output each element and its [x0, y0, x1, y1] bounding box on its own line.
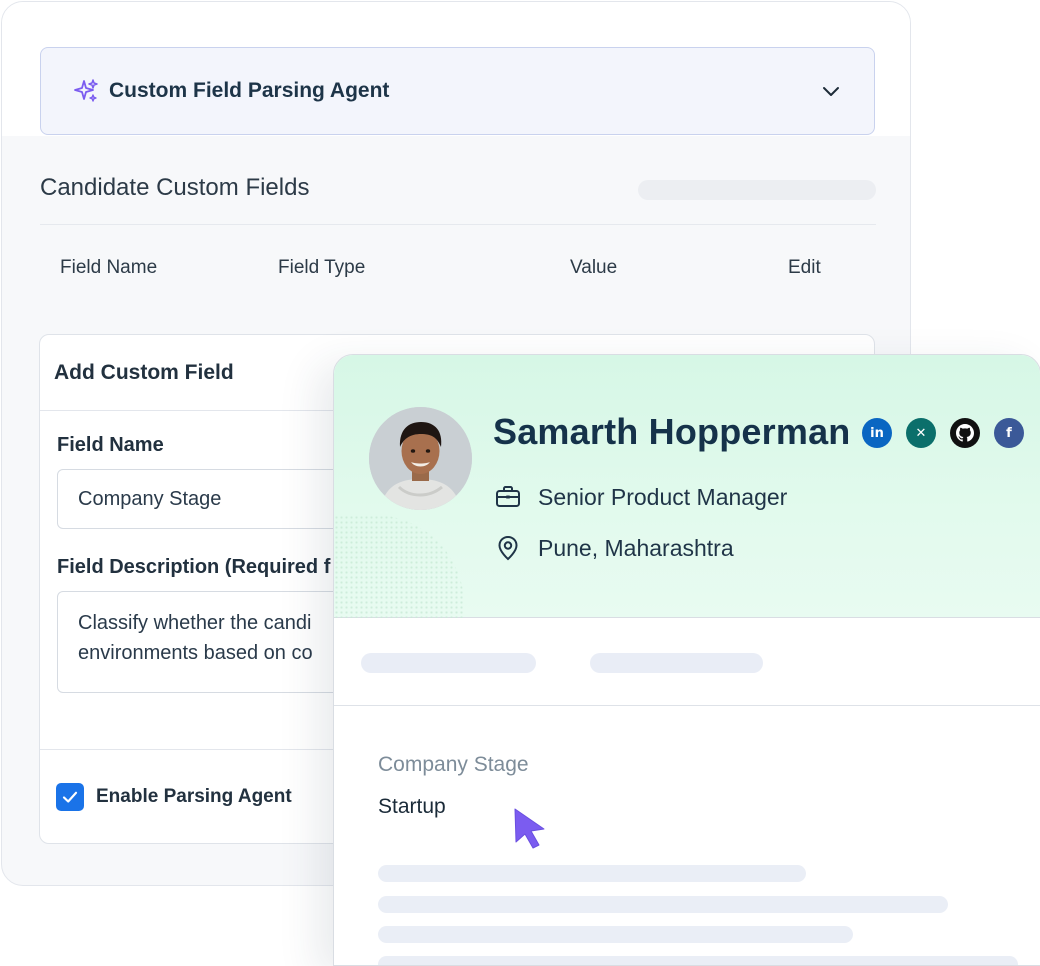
- content-placeholder-line: [378, 865, 806, 882]
- chevron-down-icon[interactable]: [820, 80, 842, 102]
- divider: [334, 705, 1040, 706]
- field-description-label: Field Description (Required f: [57, 556, 331, 578]
- enable-parsing-agent-row[interactable]: Enable Parsing Agent: [56, 783, 292, 811]
- linkedin-icon[interactable]: in: [862, 418, 892, 448]
- location-pin-icon: [498, 535, 518, 561]
- content-placeholder-line: [378, 896, 948, 913]
- mouse-pointer-icon: [514, 808, 545, 849]
- job-title-row: Senior Product Manager: [494, 483, 787, 511]
- profile-header: Samarth Hopperman in ✕ f Senior Product …: [334, 355, 1040, 618]
- header-placeholder: [638, 180, 876, 200]
- candidate-profile-card: Samarth Hopperman in ✕ f Senior Product …: [333, 354, 1040, 966]
- location-row: Pune, Maharashtra: [494, 534, 734, 562]
- column-header-value[interactable]: Value: [570, 257, 617, 279]
- enable-parsing-agent-label: Enable Parsing Agent: [96, 786, 292, 807]
- custom-field-value: Startup: [378, 795, 446, 818]
- content-placeholder-line: [378, 926, 853, 943]
- column-header-edit[interactable]: Edit: [788, 257, 821, 279]
- briefcase-icon: [496, 486, 520, 507]
- linkedin-glyph: in: [870, 425, 884, 441]
- candidate-name: Samarth Hopperman: [493, 411, 851, 452]
- checkmark-icon: [62, 791, 78, 803]
- section-title: Candidate Custom Fields: [40, 174, 310, 201]
- enable-parsing-agent-checkbox[interactable]: [56, 783, 84, 811]
- field-name-value: Company Stage: [78, 487, 222, 510]
- tab-placeholder[interactable]: [361, 653, 536, 673]
- xing-icon[interactable]: ✕: [906, 418, 936, 448]
- github-glyph: [956, 424, 974, 442]
- custom-field-label: Company Stage: [378, 753, 529, 776]
- facebook-glyph: f: [1006, 425, 1012, 441]
- xing-glyph: ✕: [915, 425, 927, 441]
- location: Pune, Maharashtra: [538, 534, 734, 561]
- social-links: in ✕ f: [862, 418, 1024, 448]
- avatar-portrait: [369, 407, 472, 510]
- sparkle-icon: [74, 79, 98, 102]
- column-header-field-type[interactable]: Field Type: [278, 257, 365, 279]
- field-name-label: Field Name: [57, 434, 164, 456]
- job-title: Senior Product Manager: [538, 483, 788, 510]
- parsing-agent-accordion[interactable]: Custom Field Parsing Agent: [40, 47, 875, 135]
- column-header-field-name[interactable]: Field Name: [60, 257, 157, 279]
- facebook-icon[interactable]: f: [994, 418, 1024, 448]
- avatar[interactable]: [369, 407, 472, 510]
- parsing-agent-title: Custom Field Parsing Agent: [109, 79, 390, 102]
- decorative-pattern: [334, 515, 464, 618]
- content-placeholder-line: [378, 956, 1018, 965]
- tab-placeholder[interactable]: [590, 653, 763, 673]
- github-icon[interactable]: [950, 418, 980, 448]
- divider: [40, 224, 876, 225]
